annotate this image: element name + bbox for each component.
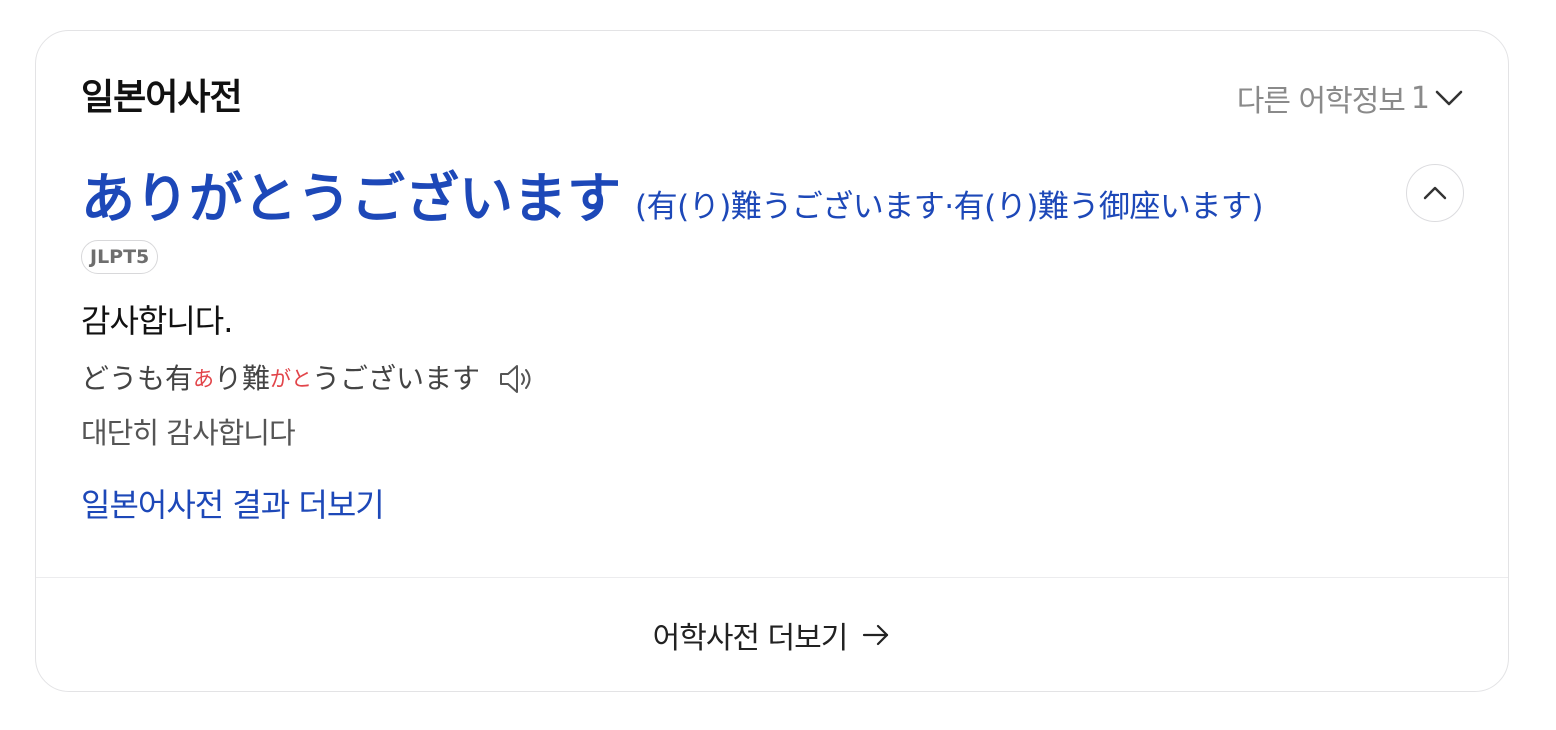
jlpt-badge: JLPT5 xyxy=(81,240,159,274)
example-segment: り難 xyxy=(214,362,271,395)
example-furigana: がと xyxy=(270,367,313,391)
headword-kanji-forms: (有(り)難うございます·有(り)難う御座います) xyxy=(635,189,1263,225)
other-language-info-button[interactable]: 다른 어학정보 1 xyxy=(1237,73,1466,123)
example-sentence: どうも有 あ り難 がと うございます xyxy=(81,357,536,401)
example-segment: うございます xyxy=(312,362,481,395)
language-dictionary-more-link[interactable]: 어학사전 더보기 xyxy=(36,578,1508,692)
chevron-up-icon xyxy=(1423,186,1447,200)
headword-row: ありがとうございます (有(り)難うございます·有(り)難う御座います) xyxy=(81,163,1263,235)
dictionary-card: 일본어사전 다른 어학정보 1 ありがとうございます (有(り)難うございます·… xyxy=(35,30,1509,692)
dictionary-results-more-link[interactable]: 일본어사전 결과 더보기 xyxy=(81,483,385,527)
meaning-text: 감사합니다. xyxy=(81,302,233,340)
arrow-right-icon xyxy=(863,624,889,646)
speaker-button[interactable] xyxy=(498,363,536,395)
example-furigana: あ xyxy=(193,367,215,391)
collapse-button[interactable] xyxy=(1406,164,1464,222)
footer-link-label: 어학사전 더보기 xyxy=(652,621,849,656)
chevron-down-icon xyxy=(1435,90,1463,106)
example-translation: 대단히 감사합니다 xyxy=(81,416,296,450)
example-segment: どうも有 xyxy=(81,362,194,395)
other-language-info-count: 1 xyxy=(1410,80,1430,116)
other-language-info-label: 다른 어학정보 xyxy=(1236,84,1406,119)
speaker-icon xyxy=(500,365,531,393)
card-title: 일본어사전 xyxy=(81,77,243,118)
headword-link[interactable]: ありがとうございます xyxy=(81,163,621,235)
